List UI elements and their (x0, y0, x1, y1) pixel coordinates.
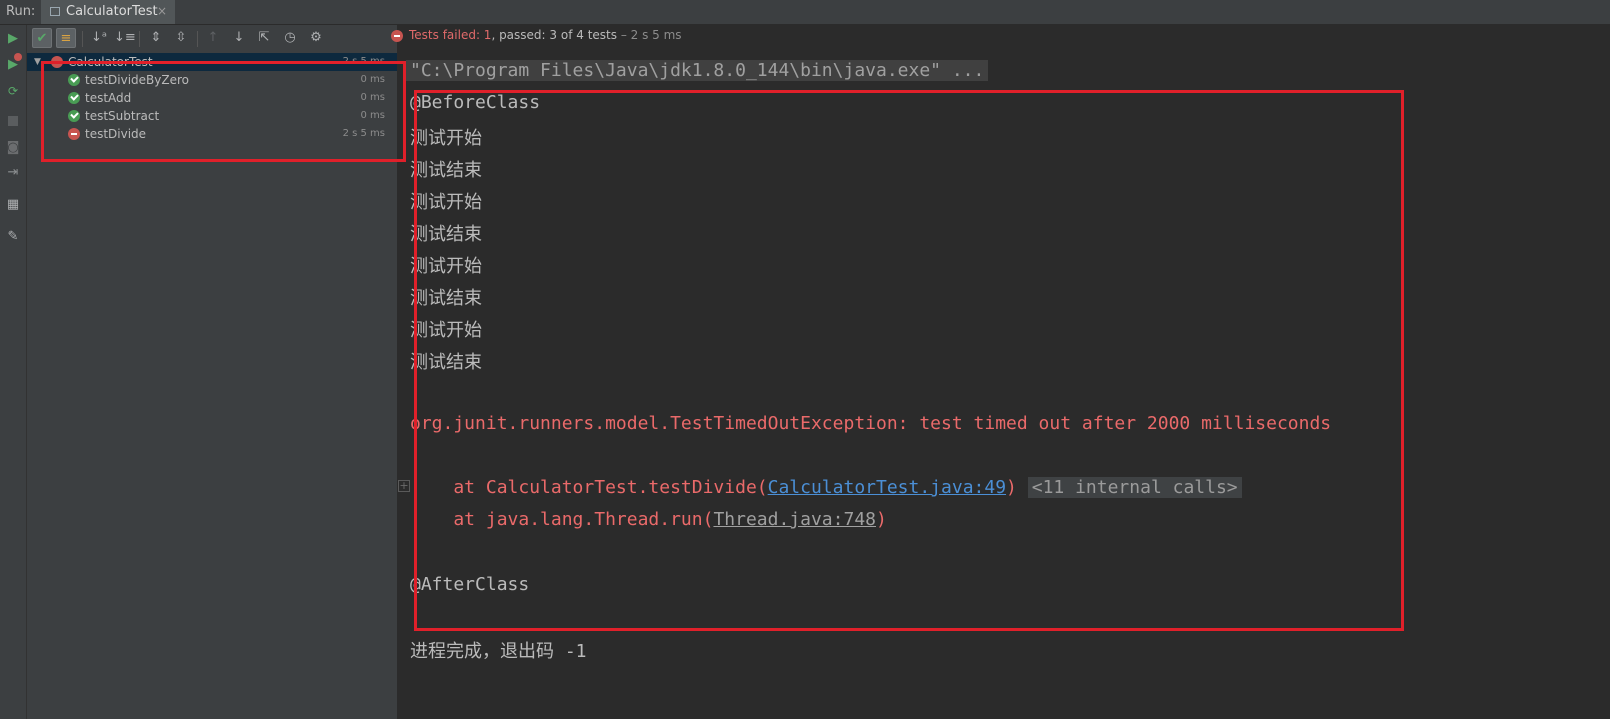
duration: – 2 s 5 ms (617, 28, 682, 42)
stop-icon[interactable] (5, 115, 21, 131)
export-icon[interactable]: ⇥ (5, 165, 21, 181)
toggle-auto-test-icon[interactable]: ⟳ (5, 83, 21, 99)
run-side-toolbar: ▶ ▶ ⟳ ◙ ⇥ ▦ ✎ (0, 25, 27, 719)
previous-failed-icon[interactable]: ↑ (203, 28, 223, 48)
history-icon[interactable]: ◷ (280, 28, 300, 48)
collapse-all-icon[interactable]: ⇳ (171, 28, 191, 48)
failed-count: Tests failed: 1 (409, 28, 492, 42)
fold-expand-icon[interactable]: + (398, 480, 410, 492)
test-status-summary: Tests failed: 1, passed: 3 of 4 tests – … (409, 28, 682, 42)
command-line[interactable]: "C:\Program Files\Java\jdk1.8.0_144\bin\… (406, 60, 989, 81)
passed-count: , passed: 3 (491, 28, 558, 42)
show-ignored-icon[interactable]: ≡ (56, 28, 76, 48)
rerun-icon[interactable]: ▶ (5, 31, 21, 47)
layout-icon[interactable]: ▦ (5, 197, 21, 213)
export-results-icon[interactable]: ⇱ (254, 28, 274, 48)
annotation-box-console (414, 90, 1404, 631)
run-tab-bar: Run: CalculatorTest × (0, 0, 1610, 25)
test-class-icon (50, 7, 60, 16)
show-passed-icon[interactable]: ✔ (32, 28, 52, 48)
expand-arrow-icon[interactable]: ▼ (34, 53, 41, 71)
pin-icon[interactable]: ✎ (5, 229, 21, 245)
camera-icon[interactable]: ◙ (5, 140, 21, 156)
tests-failed-icon (391, 30, 403, 42)
close-icon[interactable]: × (157, 4, 167, 18)
settings-icon[interactable]: ⚙ (306, 28, 326, 48)
run-label: Run: (6, 4, 36, 19)
expand-all-icon[interactable]: ⇕ (146, 28, 166, 48)
total-count: of 4 tests (557, 28, 617, 42)
next-failed-icon[interactable]: ↓ (229, 28, 249, 48)
run-tab[interactable]: CalculatorTest × (41, 0, 175, 24)
sort-duration-icon[interactable]: ↓≡ (114, 28, 136, 48)
exit-code-line: 进程完成，退出码 -1 (410, 641, 587, 662)
sort-alpha-icon[interactable]: ↓ᵃ (89, 28, 109, 48)
run-tab-title: CalculatorTest (66, 4, 158, 19)
test-tree-toolbar: ✔ ≡ ↓ᵃ ↓≡ ⇕ ⇳ ↑ ↓ ⇱ ◷ ⚙ (27, 25, 397, 53)
rerun-failed-icon[interactable]: ▶ (5, 53, 22, 73)
annotation-box-tree (41, 61, 406, 162)
